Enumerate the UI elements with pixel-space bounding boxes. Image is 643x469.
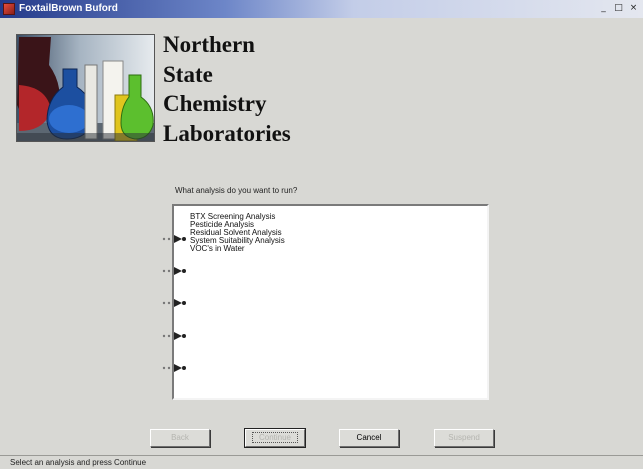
company-name-line: Northern <box>163 32 255 57</box>
status-text: Select an analysis and press Continue <box>10 458 147 467</box>
title-bar[interactable]: FoxtailBrown Buford _ □ × <box>0 0 643 18</box>
company-name-line: Chemistry <box>163 91 267 116</box>
maximize-button[interactable]: □ <box>612 2 625 15</box>
continue-button-label: Continue <box>251 432 299 443</box>
cancel-button[interactable]: Cancel <box>339 429 399 447</box>
analysis-list-item[interactable]: VOC's in Water <box>190 245 245 253</box>
status-bar: Select an analysis and press Continue <box>0 455 643 469</box>
arrow-marker-icon <box>162 332 186 340</box>
arrow-marker-icon <box>162 235 186 243</box>
continue-button[interactable]: Continue <box>244 428 306 448</box>
analysis-listbox[interactable]: BTX Screening Analysis Pesticide Analysi… <box>172 204 489 400</box>
window-title: FoxtailBrown Buford <box>19 3 118 14</box>
analysis-prompt: What analysis do you want to run? <box>175 186 298 195</box>
arrow-marker-icon <box>162 364 186 372</box>
suspend-button[interactable]: Suspend <box>434 429 494 447</box>
app-icon <box>3 3 15 15</box>
company-name: Northern State Chemistry Laboratories <box>163 30 291 148</box>
arrow-marker-icon <box>162 267 186 275</box>
minimize-button[interactable]: _ <box>597 2 610 15</box>
back-button[interactable]: Back <box>150 429 210 447</box>
window-controls: _ □ × <box>597 2 640 15</box>
company-name-line: Laboratories <box>163 120 291 146</box>
lab-flasks-image <box>16 34 155 142</box>
arrow-marker-icon <box>162 299 186 307</box>
close-button[interactable]: × <box>627 2 640 15</box>
company-name-line: State <box>163 61 213 87</box>
